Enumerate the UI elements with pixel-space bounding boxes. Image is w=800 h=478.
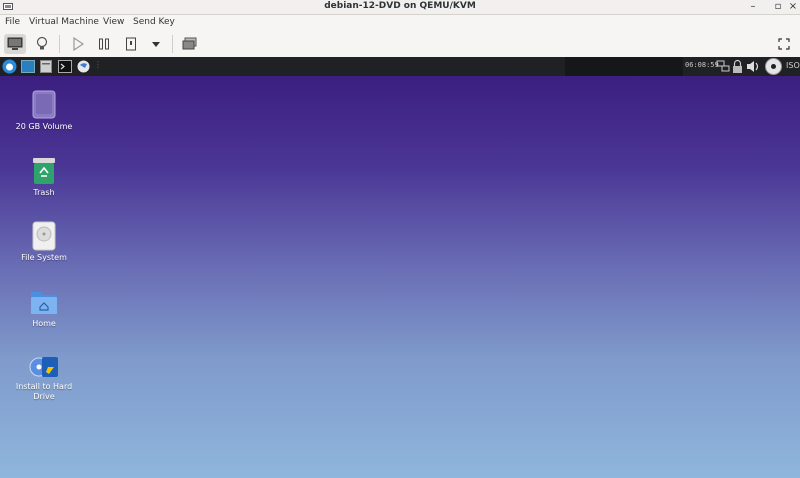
pause-icon [99,38,109,50]
panel-separator-dots: ⋮ [94,60,102,69]
menu-file[interactable]: File [5,17,20,27]
installer-icon [29,357,58,377]
volume-icon[interactable] [746,60,761,73]
details-view-button[interactable] [31,34,53,54]
panel-clock[interactable]: 06:08:59 [685,61,719,69]
fullscreen-button[interactable] [773,34,795,54]
harddisk-icon [32,221,56,251]
monitor-icon [7,37,23,50]
close-button[interactable]: × [786,0,800,14]
guest-desktop[interactable]: 20 GB Volume Trash File System Home Inst… [0,76,800,478]
shutdown-menu-button[interactable] [145,34,167,54]
menu-view[interactable]: View [103,17,124,27]
lightbulb-icon [36,36,48,50]
desktop-icon-label: Trash [33,188,55,197]
desktop-icon-volume[interactable]: 20 GB Volume [14,90,74,132]
lock-screen-icon[interactable] [732,59,743,74]
chevron-down-icon [152,42,160,47]
toolbar-separator [59,35,60,53]
desktop-icon-file-system[interactable]: File System [14,221,74,263]
desktop-icon-installer[interactable]: Install to Hard Drive [14,354,74,402]
web-browser-icon[interactable] [77,60,90,73]
window-buttons-area [565,57,683,76]
desktop-icon-label: 20 GB Volume [15,122,73,131]
maximize-button[interactable]: ▫ [771,0,785,14]
desktop-icon-label: Home [32,319,56,328]
show-desktop-icon[interactable] [21,60,35,73]
pause-button[interactable] [93,34,115,54]
guest-panel: ⋮ 06:08:59 ISO [0,57,800,76]
menu-send-key[interactable]: Send Key [133,17,175,27]
file-manager-icon[interactable] [40,60,52,73]
menubar: File Virtual Machine View Send Key [0,15,800,31]
desktop-icon-label: Install to Hard Drive [15,382,73,401]
run-button[interactable] [67,34,89,54]
window-titlebar: debian-12-DVD on QEMU/KVM – ▫ × [0,0,800,15]
optical-disc-icon[interactable] [765,58,782,75]
console-view-button[interactable] [4,34,26,54]
power-icon [126,37,136,51]
play-icon [73,37,84,51]
desktop-icon-trash[interactable]: Trash [14,156,74,198]
window-title: debian-12-DVD on QEMU/KVM [324,1,476,11]
toolbar [0,31,800,58]
drive-icon [32,90,56,119]
fullscreen-icon [778,38,790,50]
terminal-icon[interactable] [58,60,72,73]
iso-label: ISO [786,61,800,70]
trash-icon [33,158,55,184]
menu-virtual-machine[interactable]: Virtual Machine [29,17,99,27]
toolbar-separator [172,35,173,53]
snapshots-button[interactable] [179,34,201,54]
network-icon[interactable] [716,60,730,73]
xfce-menu-icon[interactable] [2,59,17,74]
home-folder-icon [31,292,57,314]
desktop-icon-label: File System [21,253,67,262]
snapshot-icon [182,37,197,50]
shutdown-button[interactable] [120,34,142,54]
desktop-icon-home[interactable]: Home [14,287,74,329]
minimize-button[interactable]: – [746,0,760,14]
